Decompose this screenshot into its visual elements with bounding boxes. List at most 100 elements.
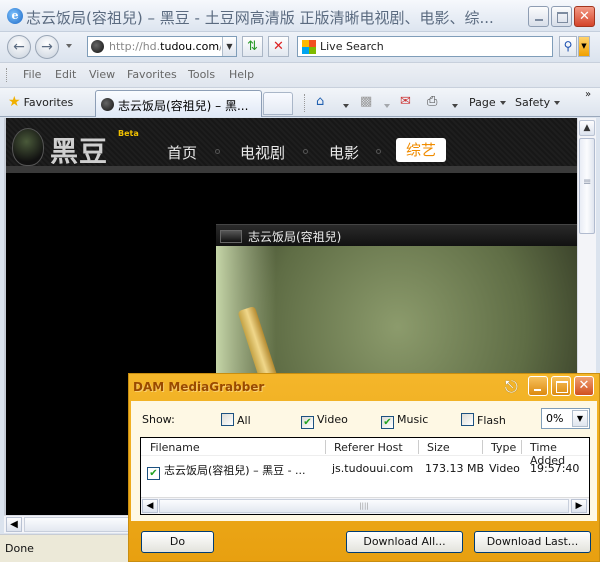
print-dropdown[interactable] (448, 98, 458, 113)
menu-edit[interactable]: Edit (55, 68, 76, 81)
mail-icon[interactable]: ✉ (400, 94, 411, 109)
show-label: Show: (142, 413, 175, 426)
row-host: js.tudouui.com (332, 462, 414, 475)
recent-pages-dropdown[interactable] (66, 44, 72, 48)
search-icon[interactable]: ⚲ (559, 36, 577, 57)
nav-variety[interactable]: 综艺 (396, 138, 446, 162)
list-header: Filename Referer Host Size Type Time Add… (141, 438, 589, 467)
row-time: 19:57:40 (530, 462, 580, 475)
column-filename[interactable]: Filename (150, 441, 200, 454)
scroll-left-button[interactable]: ◀ (6, 517, 22, 532)
nav-separator (303, 149, 308, 154)
column-separator[interactable] (482, 440, 483, 454)
new-tab-button[interactable] (263, 92, 293, 115)
site-header: 黑豆 Beta 首页 电视剧 电影 综艺 (6, 118, 579, 173)
refresh-button[interactable]: ⇅ (242, 36, 263, 57)
filter-video-checkbox[interactable]: ✔ Video (301, 413, 348, 429)
column-separator[interactable] (418, 440, 419, 454)
menu-view[interactable]: View (89, 68, 115, 81)
site-favicon-icon (91, 40, 104, 53)
filter-flash-checkbox[interactable]: Flash (461, 413, 506, 427)
horizontal-scrollbar[interactable]: ◀ (4, 515, 134, 533)
url-domain: tudou.com (160, 40, 220, 53)
column-separator[interactable] (325, 440, 326, 454)
filter-all-checkbox[interactable]: All (221, 413, 251, 427)
feeds-icon[interactable]: ▩ (360, 94, 372, 109)
close-button[interactable] (574, 6, 595, 27)
stop-button[interactable]: ✕ (268, 36, 289, 57)
list-horizontal-scrollbar[interactable]: ◀ |||| ▶ (141, 497, 589, 514)
grabber-title: DAM MediaGrabber (133, 380, 265, 394)
row-filename[interactable]: ✔ 志云饭局(容祖兒) – 黑豆 - ... (147, 462, 306, 480)
search-input[interactable]: Live Search (320, 40, 384, 53)
url-suffix: /p (219, 40, 221, 53)
menu-help[interactable]: Help (229, 68, 254, 81)
menu-file[interactable]: File (23, 68, 41, 81)
site-logo[interactable]: 黑豆 (50, 130, 108, 170)
percent-select[interactable]: 0% ▼ (541, 408, 590, 429)
checkbox-box[interactable] (221, 413, 234, 426)
navigation-bar: ← → http://hd.tudou.com/p ▼ ⇅ ✕ Live Sea… (0, 32, 600, 62)
ie-logo-icon: e (7, 8, 23, 24)
maximize-button[interactable] (551, 6, 572, 27)
scroll-track[interactable] (24, 517, 134, 532)
scroll-thumb[interactable] (579, 138, 595, 234)
download-last-button[interactable]: Download Last... (474, 531, 591, 553)
column-type[interactable]: Type (491, 441, 516, 454)
menu-bar: File Edit View Favorites Tools Help (0, 62, 600, 87)
page-menu[interactable]: Page (469, 96, 506, 109)
home-icon[interactable]: ⌂ (316, 94, 324, 109)
chevron-more-icon[interactable]: » (585, 89, 591, 100)
nav-home[interactable]: 首页 (167, 142, 197, 163)
column-separator[interactable] (521, 440, 522, 454)
back-button[interactable]: ← (7, 35, 31, 59)
search-options-dropdown[interactable]: ▼ (578, 36, 590, 57)
checkmark-icon[interactable]: ✔ (381, 416, 394, 429)
live-search-logo-icon (302, 40, 316, 54)
player-title: 志云饭局(容祖兒) (248, 230, 342, 244)
media-list: Filename Referer Host Size Type Time Add… (140, 437, 590, 515)
pin-icon[interactable]: ⎋ (505, 377, 518, 397)
nav-movies[interactable]: 电影 (329, 142, 359, 163)
filter-label: Music (397, 413, 429, 426)
grabber-maximize-button[interactable] (551, 376, 571, 396)
checkbox-box[interactable] (461, 413, 474, 426)
grabber-minimize-button[interactable] (528, 376, 548, 396)
menu-favorites[interactable]: Favorites (127, 68, 177, 81)
star-icon: ★ (8, 94, 21, 110)
header-strip (6, 166, 579, 173)
address-bar[interactable]: http://hd.tudou.com/p ▼ (87, 36, 237, 57)
feeds-dropdown[interactable] (380, 98, 390, 113)
home-dropdown[interactable] (339, 98, 349, 113)
column-referer-host[interactable]: Referer Host (334, 441, 403, 454)
toolbar-grip[interactable] (6, 68, 8, 82)
player-title-bar: 志云饭局(容祖兒) (216, 224, 579, 246)
menu-tools[interactable]: Tools (188, 68, 215, 81)
address-dropdown-icon[interactable]: ▼ (222, 37, 236, 56)
checkmark-icon[interactable]: ✔ (147, 467, 160, 480)
column-size[interactable]: Size (427, 441, 450, 454)
download-all-button[interactable]: Download All... (346, 531, 463, 553)
toolbar-grip[interactable] (304, 94, 305, 112)
filter-music-checkbox[interactable]: ✔ Music (381, 413, 428, 429)
browser-tab[interactable]: 志云饭局(容祖兒) – 黑... (95, 90, 262, 117)
search-box[interactable]: Live Search (297, 36, 553, 57)
address-url[interactable]: http://hd.tudou.com/p (109, 40, 221, 53)
safety-menu[interactable]: Safety (515, 96, 561, 109)
grabber-close-button[interactable] (574, 376, 594, 396)
scroll-thumb[interactable]: |||| (159, 499, 569, 513)
do-button[interactable]: Do (141, 531, 214, 553)
forward-button[interactable]: → (35, 35, 59, 59)
favorites-button[interactable]: ★ Favorites (8, 94, 73, 110)
chevron-down-icon[interactable]: ▼ (572, 410, 588, 427)
print-icon[interactable]: ⎙ (427, 94, 437, 109)
filter-label: Video (317, 413, 348, 426)
heidou-mascot-icon[interactable] (12, 128, 44, 166)
minimize-button[interactable] (528, 6, 549, 27)
nav-tv-series[interactable]: 电视剧 (240, 142, 285, 163)
scroll-up-button[interactable]: ▲ (579, 120, 595, 136)
scroll-left-button[interactable]: ◀ (142, 499, 158, 513)
checkmark-icon[interactable]: ✔ (301, 416, 314, 429)
tab-favicon-icon (101, 98, 114, 111)
scroll-right-button[interactable]: ▶ (571, 499, 587, 513)
